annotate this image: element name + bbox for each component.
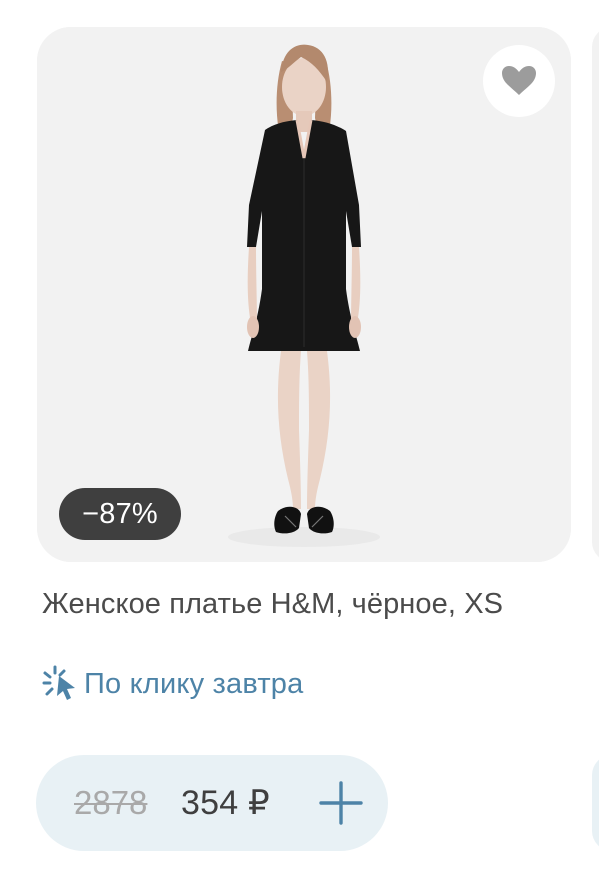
product-image[interactable]	[37, 27, 571, 562]
product-card[interactable]: −87% Женское платье H&M, чёрное, XS По к…	[0, 0, 599, 870]
price-add-pill[interactable]: 2878 354 ₽	[36, 755, 388, 851]
heart-icon	[502, 66, 536, 95]
next-product-image-edge[interactable]	[592, 27, 599, 562]
next-product-card-edge[interactable]	[592, 0, 599, 870]
old-price: 2878	[74, 784, 148, 821]
favorite-button[interactable]	[483, 45, 555, 117]
delivery-info: По клику завтра	[42, 664, 303, 704]
product-image-frame[interactable]: −87%	[37, 27, 571, 562]
plus-icon	[319, 781, 363, 825]
click-sparkle-icon	[42, 665, 84, 703]
current-price: 354 ₽	[181, 784, 270, 822]
product-title[interactable]: Женское платье H&M, чёрное, XS	[42, 584, 567, 624]
delivery-text: По клику завтра	[84, 667, 304, 700]
discount-badge: −87%	[59, 488, 181, 540]
next-product-price-edge[interactable]	[592, 755, 599, 851]
add-to-cart-button[interactable]	[316, 778, 366, 828]
